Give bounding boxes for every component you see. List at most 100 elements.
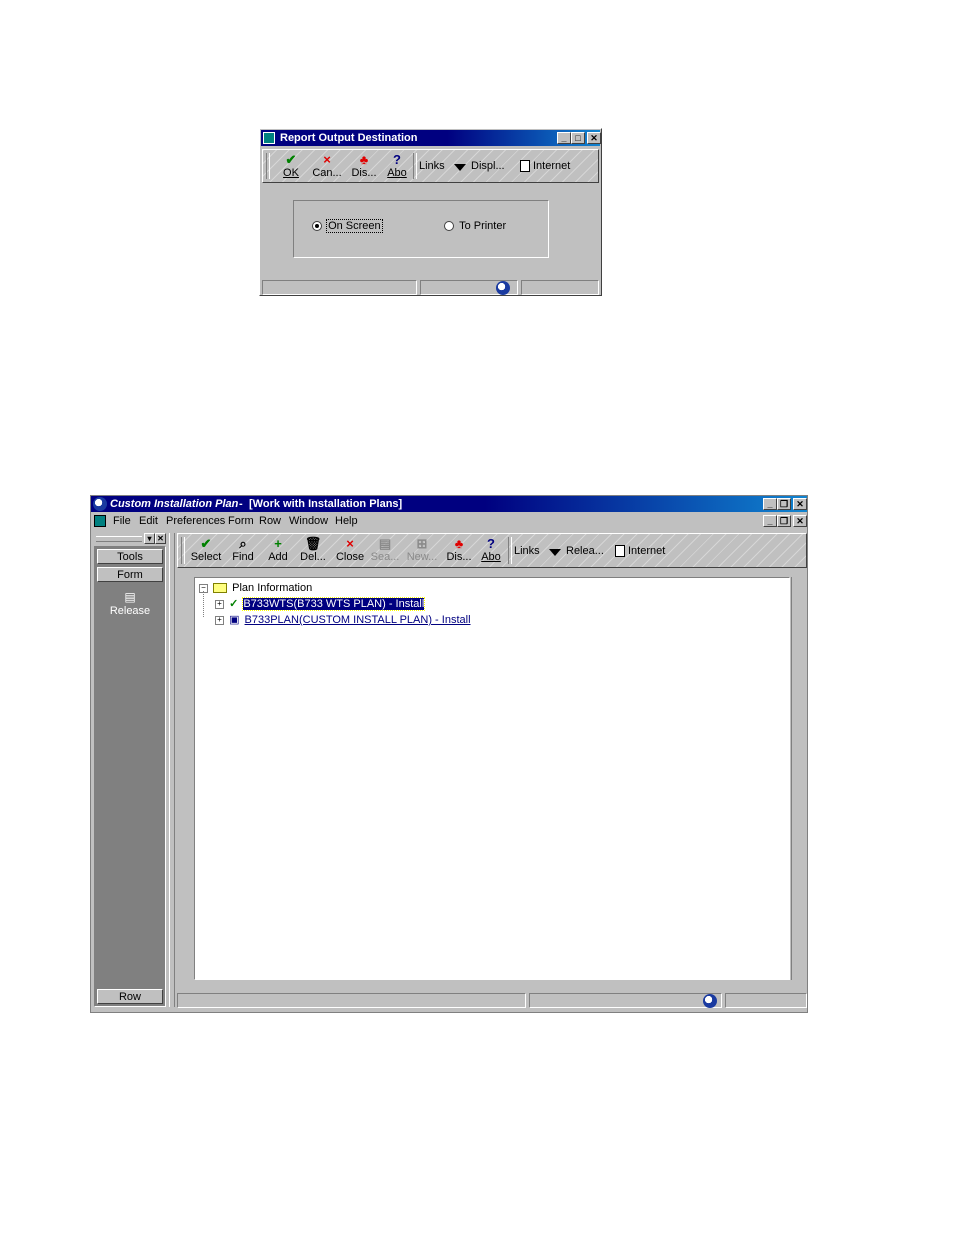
installed-plan-icon: ✓	[229, 598, 239, 610]
close-x-icon: ×	[346, 536, 354, 551]
select-button[interactable]: ✔ Select	[188, 536, 224, 564]
tree-root[interactable]: − Plan Information	[199, 581, 312, 596]
display-button[interactable]: ♣ Dis...	[348, 152, 380, 180]
close-button[interactable]: ✕	[793, 498, 807, 510]
about-button[interactable]: ? Abo	[478, 536, 504, 564]
tree-item-b733wts[interactable]: + ✓ B733WTS(B733 WTS PLAN) - Install	[215, 597, 426, 612]
document-icon[interactable]	[94, 515, 106, 527]
tree-item-b733plan[interactable]: + ▣ B733PLAN(CUSTOM INSTALL PLAN) - Inst…	[215, 613, 471, 628]
search-document-icon: ▤	[378, 536, 392, 551]
links-menu[interactable]: Links	[514, 545, 540, 557]
menu-bar: File Edit Preferences Form Row Window He…	[91, 514, 807, 529]
title-separator: -	[239, 498, 243, 510]
menu-preferences[interactable]: Preferences	[166, 514, 225, 528]
release-icon: ▤	[124, 590, 136, 604]
ok-button[interactable]: ✔ OK	[278, 152, 304, 180]
tree-root-label: Plan Information	[232, 582, 313, 594]
sidebar-tools-button[interactable]: Tools	[97, 549, 163, 564]
app-globe-icon	[93, 497, 107, 511]
sidebar-splitter[interactable]	[169, 533, 175, 1007]
search-button[interactable]: ▤ Sea...	[369, 536, 401, 564]
dropdown-arrow-icon[interactable]	[454, 164, 466, 171]
internet-icon[interactable]	[615, 545, 625, 557]
about-help-icon: ?	[393, 152, 401, 167]
dialog-titlebar[interactable]: Report Output Destination _ □ ✕	[261, 130, 601, 146]
sidebar-panel: Tools Form ▤ Release Row	[94, 546, 166, 1007]
app-icon	[263, 132, 275, 144]
plan-tree-view[interactable]: − Plan Information + ✓ B733WTS(B733 WTS …	[194, 577, 790, 980]
tree-scroll-edge	[791, 577, 805, 980]
minimize-button[interactable]: _	[557, 132, 571, 144]
checkmark-icon: ✔	[285, 152, 297, 167]
tree-item-label: B733WTS(B733 WTS PLAN) - Install	[242, 597, 426, 611]
form-title: [Work with Installation Plans]	[249, 498, 403, 510]
status-cell-2	[529, 993, 722, 1008]
toolbar-grip	[266, 153, 270, 179]
sidebar-row-button[interactable]: Row	[97, 989, 163, 1004]
child-close-button[interactable]: ✕	[793, 515, 807, 527]
display-preferences-icon: ♣	[359, 152, 369, 167]
menu-edit[interactable]: Edit	[139, 514, 158, 528]
dropdown-arrow-icon[interactable]	[549, 549, 561, 556]
internet-button[interactable]: Internet	[628, 545, 665, 557]
report-output-dialog: Report Output Destination _ □ ✕ ✔ OK × C…	[259, 128, 602, 296]
sidebar-close-button[interactable]: ✕	[155, 533, 166, 544]
main-status-bar	[177, 992, 807, 1009]
cancel-x-icon: ×	[323, 152, 331, 167]
menu-help[interactable]: Help	[335, 514, 358, 528]
checkmark-icon: ✔	[200, 536, 212, 551]
display-menu[interactable]: Displ...	[471, 160, 505, 172]
minimize-button[interactable]: _	[763, 498, 777, 510]
internet-icon[interactable]	[520, 160, 530, 172]
child-minimize-button[interactable]: _	[763, 515, 777, 527]
expand-icon[interactable]: +	[215, 599, 224, 609]
expand-icon[interactable]: +	[215, 615, 224, 625]
sidebar: ▾ ✕ Tools Form ▤ Release Row	[94, 533, 166, 1007]
delete-button[interactable]: 🗑 Del...	[298, 536, 328, 564]
close-button[interactable]: ✕	[587, 132, 601, 144]
menu-form[interactable]: Form	[228, 514, 254, 528]
sidebar-grip[interactable]	[96, 536, 142, 542]
trash-icon: 🗑	[304, 536, 322, 551]
display-button[interactable]: ♣ Dis...	[443, 537, 475, 564]
menu-row[interactable]: Row	[259, 514, 281, 528]
sidebar-release-label: Release	[109, 605, 151, 617]
internet-button[interactable]: Internet	[533, 160, 570, 172]
sidebar-header: ▾ ✕	[94, 533, 166, 545]
radio-unselected-icon	[444, 221, 454, 232]
add-button[interactable]: + Add	[264, 536, 292, 564]
add-plus-icon: +	[274, 536, 282, 551]
about-help-icon: ?	[487, 536, 495, 551]
close-button[interactable]: × Close	[333, 536, 367, 564]
about-button[interactable]: ? Abo	[384, 152, 410, 180]
dialog-title: Report Output Destination	[280, 132, 418, 144]
find-magnifier-icon: ⌕	[239, 536, 247, 551]
status-cell-1	[262, 280, 417, 295]
to-printer-radio[interactable]: To Printer	[444, 220, 506, 232]
menu-window[interactable]: Window	[289, 514, 328, 528]
child-restore-button[interactable]: ❐	[777, 515, 791, 527]
status-cell-3	[725, 993, 807, 1008]
release-menu[interactable]: Relea...	[566, 545, 604, 557]
sidebar-release-item[interactable]: ▤ Release	[97, 589, 163, 617]
menu-file[interactable]: File	[113, 514, 131, 528]
sidebar-form-button[interactable]: Form	[97, 567, 163, 582]
dialog-toolbar: ✔ OK × Can... ♣ Dis... ? Abo Links Displ…	[262, 149, 599, 183]
tree-connector	[203, 591, 205, 617]
status-cell-2	[420, 280, 518, 295]
sidebar-collapse-button[interactable]: ▾	[144, 533, 155, 544]
main-titlebar[interactable]: Custom Installation Plan - [Work with In…	[91, 496, 807, 512]
globe-icon	[496, 281, 510, 295]
links-menu[interactable]: Links	[419, 160, 445, 172]
app-title: Custom Installation Plan	[110, 498, 239, 510]
on-screen-radio[interactable]: On Screen	[312, 219, 383, 233]
globe-icon	[703, 994, 717, 1008]
cancel-button[interactable]: × Can...	[310, 152, 344, 180]
restore-button[interactable]: ❐	[777, 498, 791, 510]
new-button[interactable]: ⊞ New...	[405, 537, 439, 564]
plan-document-icon: ▣	[229, 614, 240, 626]
main-window: Custom Installation Plan - [Work with In…	[90, 495, 808, 1013]
maximize-button[interactable]: □	[571, 132, 585, 144]
find-button[interactable]: ⌕ Find	[228, 536, 258, 564]
main-toolbar: ✔ Select ⌕ Find + Add 🗑 Del... × Close ▤…	[177, 533, 807, 568]
